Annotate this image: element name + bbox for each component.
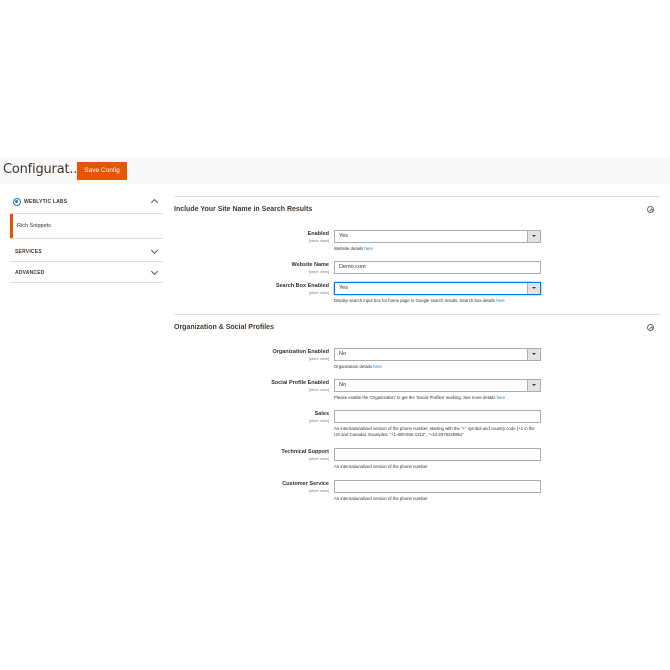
technical-support-phone-input[interactable] bbox=[334, 448, 541, 461]
section-header-site-name[interactable]: Include Your Site Name in Search Results bbox=[174, 196, 660, 222]
search-box-enabled-select[interactable]: Yes bbox=[334, 282, 541, 295]
select-value: No bbox=[339, 382, 347, 388]
section-header-organization[interactable]: Organization & Social Profiles bbox=[174, 314, 660, 340]
social-profile-enabled-select[interactable]: No bbox=[334, 379, 541, 392]
section-title: Organization & Social Profiles bbox=[174, 324, 274, 331]
sidebar-group-weblytic-labs[interactable]: WEBLYTIC LABS bbox=[10, 190, 163, 214]
field-scope: [store view] bbox=[308, 238, 329, 243]
dropdown-arrow-icon bbox=[532, 384, 536, 386]
field-note: Website details here bbox=[334, 246, 373, 251]
sidebar-items: Rich Snippets bbox=[10, 214, 163, 239]
sidebar-group-services[interactable]: SERVICES bbox=[10, 241, 163, 262]
field-note: Organization details here bbox=[334, 364, 382, 369]
dropdown-arrow-icon bbox=[532, 287, 536, 289]
field-scope: [store view] bbox=[308, 290, 329, 295]
field-scope: [store view] bbox=[308, 387, 329, 392]
field-note: Please enable the 'Organization' to get … bbox=[334, 395, 506, 400]
config-sidebar: WEBLYTIC LABS Rich Snippets SERVICES ADV… bbox=[10, 190, 163, 283]
field-label: Enabled bbox=[307, 231, 329, 237]
field-label: Technical Support bbox=[281, 449, 329, 455]
select-value: Yes bbox=[339, 285, 348, 291]
field-note: An internationalized version of the phon… bbox=[334, 426, 535, 437]
field-label: Social Profile Enabled bbox=[271, 380, 329, 386]
field-scope: [store view] bbox=[308, 418, 329, 423]
field-note: An internationalized version of the phon… bbox=[334, 464, 428, 469]
page-title: Configurat... bbox=[3, 162, 82, 177]
field-label: Search Box Enabled bbox=[275, 283, 329, 289]
organization-enabled-select[interactable]: No bbox=[334, 348, 541, 361]
enabled-select[interactable]: Yes bbox=[334, 230, 541, 243]
field-note: Display search input box for home page i… bbox=[334, 298, 505, 303]
select-value: Yes bbox=[339, 233, 348, 239]
field-scope: [store view] bbox=[308, 456, 329, 461]
website-name-input[interactable]: Demo.com bbox=[334, 261, 541, 274]
field-note: An internationalized version of the phon… bbox=[334, 496, 428, 501]
details-link[interactable]: here bbox=[364, 246, 373, 251]
field-label: Website Name bbox=[291, 262, 330, 268]
details-link[interactable]: here bbox=[497, 395, 506, 400]
dropdown-arrow-icon bbox=[532, 235, 536, 237]
sales-phone-input[interactable] bbox=[334, 410, 541, 423]
dropdown-arrow-icon bbox=[532, 353, 536, 355]
field-scope: [store view] bbox=[308, 269, 329, 274]
details-link[interactable]: here bbox=[496, 298, 505, 303]
sidebar-group-label: ADVANCED bbox=[15, 269, 45, 276]
field-label: Customer Service bbox=[282, 481, 329, 487]
sidebar-group-label: SERVICES bbox=[15, 248, 42, 255]
details-link[interactable]: here bbox=[373, 364, 382, 369]
weblytic-logo-icon bbox=[13, 198, 21, 206]
collapse-icon[interactable] bbox=[647, 324, 654, 331]
sidebar-item-rich-snippets[interactable]: Rich Snippets bbox=[10, 214, 163, 238]
field-scope: [store view] bbox=[308, 356, 329, 361]
collapse-icon[interactable] bbox=[647, 206, 654, 213]
sidebar-group-advanced[interactable]: ADVANCED bbox=[10, 262, 163, 283]
save-config-button[interactable]: Save Config bbox=[77, 162, 127, 180]
select-value: No bbox=[339, 351, 347, 357]
customer-service-phone-input[interactable] bbox=[334, 480, 541, 493]
field-label: Organization Enabled bbox=[272, 349, 329, 355]
field-scope: [store view] bbox=[308, 488, 329, 493]
sidebar-group-label: WEBLYTIC LABS bbox=[24, 199, 68, 205]
section-title: Include Your Site Name in Search Results bbox=[174, 206, 313, 213]
field-label: Sales bbox=[314, 411, 329, 417]
